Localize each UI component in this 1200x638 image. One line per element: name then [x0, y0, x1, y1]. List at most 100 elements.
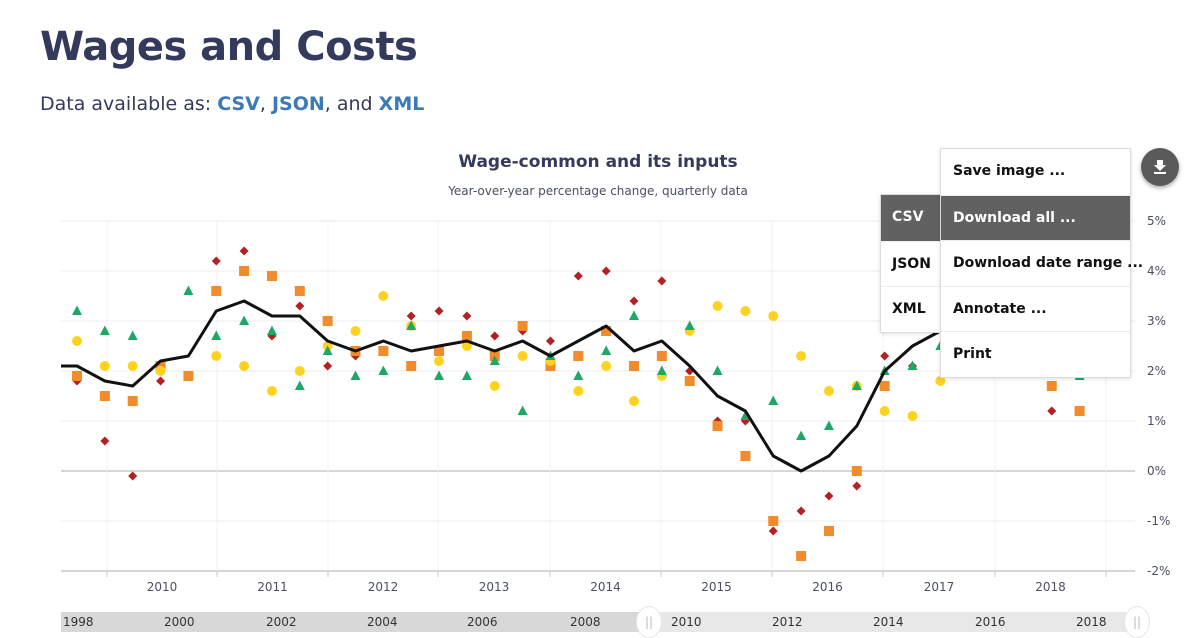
- range-navigator[interactable]: 1998 2000 2002 2004 2006 2008 2010 2012 …: [61, 606, 1150, 638]
- export-button[interactable]: [1141, 148, 1179, 186]
- navigator-label: 2008: [570, 615, 601, 629]
- data-point-square: [294, 286, 305, 296]
- data-point-diamond: [880, 351, 890, 361]
- menu-item-annotate[interactable]: Annotate ...: [941, 285, 1130, 332]
- data-point-diamond: [239, 246, 249, 256]
- data-point-triangle: [266, 325, 277, 335]
- y-tick-label: 2%: [1147, 364, 1166, 378]
- data-point-triangle: [823, 420, 834, 430]
- y-tick-label: -1%: [1147, 514, 1170, 528]
- data-point-square: [1046, 381, 1057, 391]
- data-point-triangle: [461, 370, 472, 380]
- data-point-square: [378, 346, 389, 356]
- y-tick-label: 3%: [1147, 314, 1166, 328]
- data-point-circle: [155, 366, 166, 376]
- navigator-label: 2000: [164, 615, 195, 629]
- data-point-square: [99, 391, 110, 401]
- x-tick-label: 2010: [147, 580, 178, 594]
- data-point-circle: [573, 386, 584, 396]
- x-tick-label: 2012: [368, 580, 399, 594]
- data-point-square: [183, 371, 194, 381]
- menu-item-download-all[interactable]: Download all ...: [941, 194, 1130, 240]
- data-point-triangle: [127, 330, 138, 340]
- data-point-square: [573, 351, 584, 361]
- data-point-square: [406, 361, 417, 371]
- data-point-diamond: [128, 471, 138, 481]
- data-point-square: [656, 351, 667, 361]
- submenu-item-xml[interactable]: XML: [881, 286, 940, 332]
- navigator-unselected-range: [61, 612, 649, 632]
- data-point-triangle: [378, 365, 389, 375]
- y-tick-label: -2%: [1147, 564, 1170, 578]
- data-point-square: [239, 266, 250, 276]
- navigator-label: 2016: [975, 615, 1006, 629]
- data-point-square: [796, 551, 807, 561]
- navigator-left-handle[interactable]: ||: [636, 606, 662, 638]
- data-point-triangle: [629, 310, 639, 320]
- data-point-triangle: [517, 405, 528, 415]
- data-point-circle: [517, 351, 528, 361]
- data-point-diamond: [1047, 406, 1057, 416]
- data-point-square: [768, 516, 779, 526]
- data-point-circle: [712, 301, 723, 311]
- navigator-label: 1998: [63, 615, 94, 629]
- data-point-square: [127, 396, 138, 406]
- data-point-square: [823, 526, 834, 536]
- x-tick-label: 2014: [590, 580, 621, 594]
- data-point-square: [1074, 406, 1085, 416]
- data-point-circle: [294, 366, 305, 376]
- x-tick-label: 2011: [257, 580, 288, 594]
- data-point-triangle: [712, 365, 723, 375]
- data-point-square: [517, 321, 528, 331]
- data-point-square: [684, 376, 695, 386]
- navigator-right-handle[interactable]: ||: [1124, 606, 1150, 638]
- x-tick-label: 2017: [924, 580, 955, 594]
- data-point-triangle: [211, 330, 222, 340]
- submenu-item-csv[interactable]: CSV: [881, 195, 940, 241]
- data-point-diamond: [657, 276, 667, 286]
- data-point-diamond: [462, 311, 472, 321]
- data-point-triangle: [294, 380, 305, 390]
- y-axis: 5% 4% 3% 2% 1% 0% -1% -2%: [1147, 214, 1170, 578]
- data-point-diamond: [545, 336, 555, 346]
- navigator-label: 2010: [671, 615, 702, 629]
- navigator-label: 2006: [467, 615, 498, 629]
- export-menu: Save image ... Download all ... Download…: [940, 148, 1143, 378]
- download-format-submenu: CSV JSON XML: [880, 194, 941, 333]
- data-point-diamond: [434, 306, 444, 316]
- data-point-diamond: [100, 436, 110, 446]
- navigator-label: 2004: [367, 615, 398, 629]
- menu-item-print[interactable]: Print: [941, 331, 1130, 377]
- data-point-triangle: [796, 430, 807, 440]
- y-tick-label: 5%: [1147, 214, 1166, 228]
- data-point-diamond: [852, 481, 862, 491]
- data-point-diamond: [796, 506, 806, 516]
- data-point-circle: [629, 396, 639, 406]
- data-point-circle: [266, 386, 277, 396]
- data-point-diamond: [406, 311, 416, 321]
- menu-item-save-image[interactable]: Save image ...: [941, 149, 1130, 195]
- data-point-triangle: [601, 345, 612, 355]
- data-point-circle: [601, 361, 612, 371]
- data-point-square: [211, 286, 222, 296]
- data-point-circle: [239, 361, 250, 371]
- data-point-diamond: [490, 331, 500, 341]
- data-point-circle: [211, 351, 222, 361]
- x-axis: 2010 2011 2012 2013 2014 2015 2016 2017 2018: [106, 571, 1107, 594]
- menu-item-download-date-range[interactable]: Download date range ...: [941, 240, 1143, 286]
- data-point-circle: [740, 306, 751, 316]
- data-point-square: [851, 466, 862, 476]
- data-point-triangle: [656, 365, 667, 375]
- y-tick-label: 0%: [1147, 464, 1166, 478]
- data-point-triangle: [72, 305, 82, 315]
- data-point-square: [461, 331, 472, 341]
- data-point-triangle: [573, 370, 584, 380]
- navigator-label: 2014: [873, 615, 904, 629]
- data-point-diamond: [768, 526, 778, 536]
- data-point-square: [266, 271, 277, 281]
- navigator-label: 2018: [1076, 615, 1107, 629]
- data-point-diamond: [156, 376, 166, 386]
- submenu-item-json[interactable]: JSON: [881, 240, 940, 287]
- data-point-diamond: [573, 271, 583, 281]
- data-point-circle: [796, 351, 807, 361]
